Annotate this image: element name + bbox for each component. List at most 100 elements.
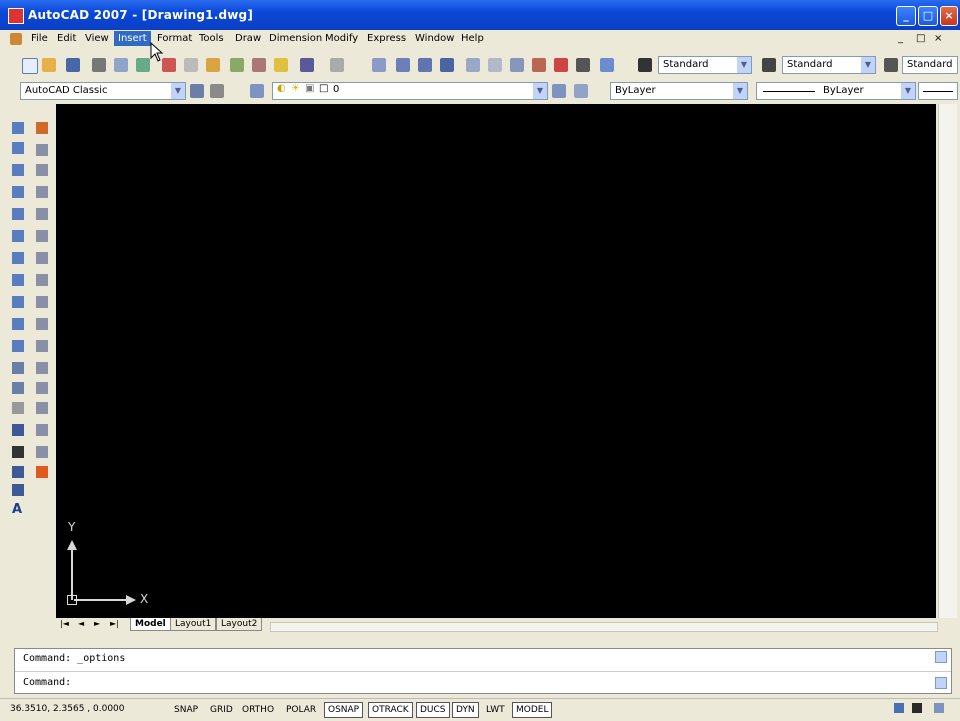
text-style-icon[interactable] [638, 58, 652, 72]
autocad-app-icon[interactable] [8, 8, 24, 24]
rotate-icon[interactable] [36, 252, 48, 264]
construction-line-icon[interactable] [12, 142, 24, 154]
scroll-up-icon[interactable] [935, 651, 947, 663]
next-tab-button[interactable]: ► [94, 619, 100, 628]
linetype-select[interactable]: ByLayer ▼ [756, 82, 916, 100]
dim-style-icon[interactable] [762, 58, 776, 72]
ellipse-arc-icon[interactable] [12, 340, 24, 352]
grid-toggle[interactable]: GRID [206, 702, 237, 718]
horizontal-scrollbar[interactable] [270, 622, 938, 632]
line-icon[interactable] [12, 122, 24, 134]
table-style-icon[interactable] [884, 58, 898, 72]
publish-icon[interactable] [136, 58, 150, 72]
menu-help[interactable]: Help [458, 33, 487, 44]
design-center-icon[interactable] [488, 58, 502, 72]
model-toggle[interactable]: MODEL [512, 702, 553, 718]
menu-draw[interactable]: Draw [232, 33, 264, 44]
lwt-toggle[interactable]: LWT [482, 702, 509, 718]
menu-express[interactable]: Express [364, 33, 409, 44]
ducs-toggle[interactable]: DUCS [416, 702, 450, 718]
vertical-scrollbar[interactable] [938, 104, 957, 618]
polar-toggle[interactable]: POLAR [282, 702, 320, 718]
trim-icon[interactable] [36, 318, 48, 330]
print-icon[interactable] [92, 58, 106, 72]
plot-preview-icon[interactable] [114, 58, 128, 72]
block-editor-icon[interactable] [252, 58, 266, 72]
rectangle-icon[interactable] [12, 208, 24, 220]
menu-insert[interactable]: Insert [114, 31, 151, 46]
menu-tools[interactable]: Tools [196, 33, 227, 44]
menu-window[interactable]: Window [412, 33, 457, 44]
brush-icon[interactable] [274, 58, 288, 72]
workspace-save-icon[interactable] [210, 84, 224, 98]
array-icon[interactable] [36, 208, 48, 220]
make-block-icon[interactable] [12, 382, 24, 394]
multiline-text-icon[interactable]: A [12, 502, 22, 517]
open-icon[interactable] [42, 58, 56, 72]
redo-icon[interactable] [330, 58, 344, 72]
fillet-icon[interactable] [36, 446, 48, 458]
pan-icon[interactable] [372, 58, 386, 72]
menu-dimension[interactable]: Dimension [266, 33, 325, 44]
otrack-toggle[interactable]: OTRACK [368, 702, 413, 718]
erase-icon[interactable] [36, 122, 48, 134]
tab-model[interactable]: Model [130, 618, 171, 631]
sheet-set-icon[interactable] [532, 58, 546, 72]
menu-file[interactable]: File [28, 33, 51, 44]
color-select[interactable]: ByLayer ▼ [610, 82, 748, 100]
circle-icon[interactable] [12, 252, 24, 264]
cut-icon[interactable] [162, 58, 176, 72]
previous-tab-button[interactable]: ◄ [78, 619, 84, 628]
region-icon[interactable] [12, 466, 24, 478]
copy-icon[interactable] [184, 58, 198, 72]
calculator-icon[interactable] [576, 58, 590, 72]
break-icon[interactable] [36, 382, 48, 394]
tab-layout1[interactable]: Layout1 [170, 618, 217, 631]
ortho-toggle[interactable]: ORTHO [238, 702, 278, 718]
text-style-select[interactable]: Standard ▼ [658, 56, 752, 74]
zoom-window-icon[interactable] [418, 58, 432, 72]
join-icon[interactable] [36, 402, 48, 414]
layer-select[interactable]: ◐ ☀ ▣ □ 0 ▼ [272, 82, 548, 100]
polyline-icon[interactable] [12, 164, 24, 176]
properties-icon[interactable] [466, 58, 480, 72]
insert-block-icon[interactable] [12, 362, 24, 374]
table-icon[interactable] [12, 484, 24, 496]
move-icon[interactable] [36, 230, 48, 242]
arc-icon[interactable] [12, 230, 24, 242]
save-icon[interactable] [66, 58, 80, 72]
layer-previous-icon[interactable] [574, 84, 588, 98]
help-icon[interactable] [600, 58, 614, 72]
tab-layout2[interactable]: Layout2 [216, 618, 263, 631]
point-icon[interactable] [12, 402, 24, 414]
revision-cloud-icon[interactable] [12, 274, 24, 286]
match-properties-icon[interactable] [230, 58, 244, 72]
snap-toggle[interactable]: SNAP [170, 702, 202, 718]
menu-modify[interactable]: Modify [322, 33, 361, 44]
maximize-button[interactable]: □ [918, 6, 938, 26]
command-prompt[interactable]: Command: [23, 677, 71, 688]
menu-view[interactable]: View [82, 33, 112, 44]
lineweight-select[interactable] [918, 82, 958, 100]
stretch-icon[interactable] [36, 296, 48, 308]
hatch-icon[interactable] [12, 424, 24, 436]
markup-icon[interactable] [554, 58, 568, 72]
comm-center-icon[interactable] [894, 703, 904, 713]
scroll-down-icon[interactable] [935, 677, 947, 689]
explode-icon[interactable] [36, 466, 48, 478]
copy-object-icon[interactable] [36, 144, 48, 156]
layer-manager-icon[interactable] [250, 84, 264, 98]
last-tab-button[interactable]: ►| [110, 619, 119, 628]
menu-edit[interactable]: Edit [54, 33, 79, 44]
zoom-previous-icon[interactable] [440, 58, 454, 72]
doc-restore-button[interactable]: □ [916, 33, 925, 44]
offset-icon[interactable] [36, 186, 48, 198]
dim-style-select[interactable]: Standard ▼ [782, 56, 876, 74]
undo-icon[interactable] [300, 58, 314, 72]
new-icon[interactable] [22, 58, 38, 74]
extend-icon[interactable] [36, 340, 48, 352]
chamfer-icon[interactable] [36, 424, 48, 436]
break-at-point-icon[interactable] [36, 362, 48, 374]
spline-icon[interactable] [12, 296, 24, 308]
first-tab-button[interactable]: |◄ [60, 619, 69, 628]
